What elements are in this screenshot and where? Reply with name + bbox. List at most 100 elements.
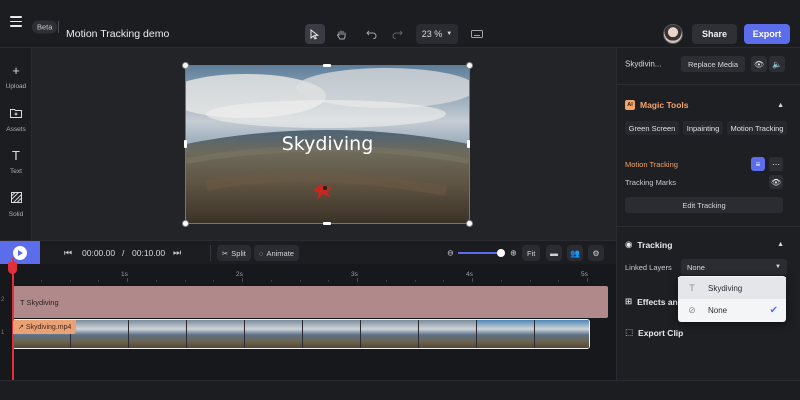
divider — [617, 226, 800, 227]
resize-handle-left[interactable] — [184, 140, 187, 148]
fit-label: Fit — [527, 248, 536, 258]
timeline-settings-button[interactable]: ⚙ — [588, 245, 604, 261]
video-track-clip[interactable]: ↗ Skydiving.mp4 — [12, 319, 590, 349]
ruler-tick — [242, 278, 243, 282]
sidebar-item-assets[interactable]: Assets — [0, 107, 32, 133]
project-title[interactable]: Motion Tracking demo — [66, 28, 169, 40]
minus-bar-icon: ▬ — [550, 248, 558, 258]
resize-handle-top-left[interactable] — [182, 62, 189, 69]
text-track-clip[interactable]: T Skydiving — [12, 286, 608, 318]
zoom-value: 23 % — [421, 29, 443, 39]
tick-label: 4s — [466, 271, 473, 278]
hand-tool-button[interactable] — [331, 24, 351, 44]
resize-handle-top[interactable] — [323, 64, 331, 67]
asset-name: Skydivin... — [625, 59, 662, 69]
cursor-icon — [310, 28, 320, 40]
playhead-handle[interactable] — [8, 262, 17, 274]
tracking-more-button[interactable]: ⋯ — [769, 157, 783, 171]
folder-icon — [10, 107, 22, 121]
option-label: Skydiving — [708, 283, 743, 293]
motion-tracking-button[interactable]: Motion Tracking — [727, 121, 787, 135]
dropdown-option-none[interactable]: ⊘ None ✔ — [678, 299, 786, 321]
canvas-text-overlay[interactable]: Skydiving — [186, 133, 469, 155]
option-label: None — [708, 305, 728, 315]
sidebar-item-solid[interactable]: Solid — [0, 192, 32, 218]
magic-tools-header[interactable]: AI Magic Tools — [625, 100, 689, 110]
split-button[interactable]: ✂ Split — [217, 245, 251, 261]
visibility-button[interactable]: 👁 — [751, 56, 767, 72]
skip-back-icon[interactable]: ⏮ — [64, 248, 72, 259]
eye-icon: 👁 — [770, 177, 782, 187]
tracking-header[interactable]: ◉ Tracking — [625, 239, 672, 250]
title-divider — [58, 21, 59, 33]
dropdown-option-skydiving[interactable]: T Skydiving — [678, 277, 786, 299]
checkmark-icon: ✔ — [769, 304, 778, 316]
ruler-tick — [127, 278, 128, 282]
collapse-tracks-button[interactable]: ▬ — [546, 245, 562, 261]
select-tool-button[interactable] — [305, 24, 325, 44]
zoom-in-icon[interactable]: ⊕ — [510, 249, 517, 258]
chevron-up-icon[interactable]: ▲ — [777, 241, 784, 248]
resize-handle-bottom-left[interactable] — [182, 220, 189, 227]
resize-handle-bottom[interactable] — [323, 222, 331, 225]
hand-icon — [336, 30, 345, 39]
resize-handle-top-right[interactable] — [466, 62, 473, 69]
section-title: Tracking — [637, 239, 673, 250]
undo-button[interactable] — [361, 24, 381, 44]
play-button[interactable] — [0, 241, 40, 265]
ruler-tick — [98, 280, 100, 282]
hamburger-menu-icon[interactable] — [10, 16, 22, 30]
eye-icon: 👁 — [753, 59, 765, 69]
audio-button[interactable]: 🔈 — [769, 56, 785, 72]
divider — [210, 245, 211, 261]
text-icon: T — [20, 298, 25, 307]
tracking-marks-label: Tracking Marks — [625, 178, 676, 187]
video-clip-tag: ↗ Skydiving.mp4 — [13, 320, 77, 334]
animate-button[interactable]: ◌ Animate — [254, 245, 299, 261]
skip-forward-icon[interactable]: ⏭ — [173, 248, 181, 259]
sidebar-item-label: Text — [10, 168, 22, 175]
tracking-marks-visibility[interactable]: 👁 — [769, 175, 783, 189]
target-icon: ◉ — [625, 239, 633, 249]
motion-tracking-label: Motion Tracking — [625, 160, 678, 169]
beta-badge: Beta — [32, 20, 58, 34]
resize-handle-right[interactable] — [467, 140, 470, 148]
tracking-list-button[interactable]: ≡ — [751, 157, 765, 171]
sidebar-item-upload[interactable]: + Upload — [0, 64, 32, 91]
export-clip-header[interactable]: ⬚ Export Clip — [625, 327, 683, 338]
zoom-level-dropdown[interactable]: 23 % ▼ — [416, 24, 458, 44]
ruler-tick — [472, 278, 473, 282]
text-icon: T — [689, 283, 695, 293]
timeline-zoom-knob[interactable] — [497, 249, 505, 257]
people-button[interactable]: 👥 — [567, 245, 583, 261]
export-button[interactable]: Export — [744, 24, 790, 44]
resize-handle-bottom-right[interactable] — [466, 220, 473, 227]
timeline-ruler[interactable]: 1s 2s 3s 4s 5s — [0, 264, 616, 284]
keyboard-shortcuts-button[interactable] — [467, 24, 487, 44]
replace-media-button[interactable]: Replace Media — [681, 56, 745, 72]
chevron-up-icon[interactable]: ▲ — [777, 102, 784, 109]
playhead-line[interactable] — [12, 258, 14, 380]
green-screen-button[interactable]: Green Screen — [625, 121, 679, 135]
redo-button[interactable] — [387, 24, 407, 44]
zoom-out-icon[interactable]: ⊖ — [447, 249, 454, 258]
ruler-tick — [299, 280, 301, 282]
linked-layers-select[interactable]: None ▼ — [681, 259, 787, 275]
sidebar-item-text[interactable]: T Text — [0, 149, 32, 176]
timeline[interactable]: 1s 2s 3s 4s 5s 2 1 T Skydiving ↗ Skydivi… — [0, 264, 616, 380]
user-avatar[interactable] — [663, 24, 683, 44]
edit-tracking-button[interactable]: Edit Tracking — [625, 197, 783, 213]
section-title: Magic Tools — [640, 100, 689, 110]
effects-icon: ⊞ — [625, 296, 633, 306]
inpainting-button[interactable]: Inpainting — [683, 121, 723, 135]
ruler-tick — [500, 280, 502, 282]
fit-button[interactable]: Fit — [522, 245, 541, 261]
share-button[interactable]: Share — [692, 24, 737, 44]
tick-label: 3s — [351, 271, 358, 278]
chevron-down-icon: ▼ — [775, 264, 781, 270]
effects-header[interactable]: ⊞ Effects and — [625, 296, 683, 307]
redo-icon — [392, 30, 403, 39]
section-title: Effects and — [637, 296, 683, 307]
ruler-tick — [69, 280, 71, 282]
ruler-tick — [357, 278, 358, 282]
